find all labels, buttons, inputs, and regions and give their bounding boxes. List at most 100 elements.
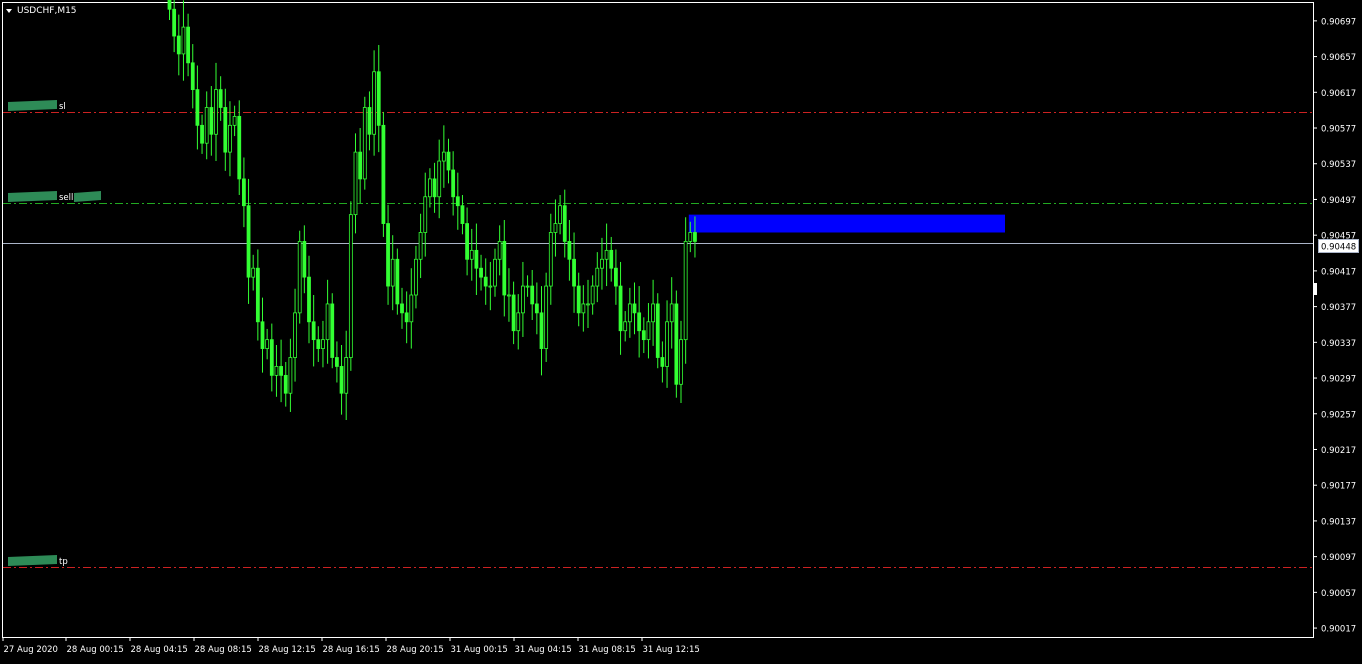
candle-body xyxy=(386,223,390,287)
candle-body xyxy=(339,366,344,394)
candle xyxy=(437,139,442,219)
candle-body xyxy=(627,303,632,323)
sl-tag[interactable]: sl xyxy=(8,100,66,112)
candle xyxy=(441,125,446,188)
x-tick-label: 27 Aug 2020 xyxy=(4,645,58,655)
candle-body xyxy=(553,223,558,233)
candle-body xyxy=(255,267,260,323)
candle-body xyxy=(195,89,200,126)
line-tags: sl sell tp xyxy=(8,100,101,567)
candle-body xyxy=(502,241,507,296)
candle xyxy=(632,282,637,335)
candle-body xyxy=(395,258,400,305)
candle-body xyxy=(167,0,172,10)
candle-body xyxy=(479,267,483,278)
candle-body xyxy=(693,232,697,242)
y-tick-label: 0.90697 xyxy=(1321,17,1356,27)
candle xyxy=(544,272,549,362)
candle-body xyxy=(609,249,614,269)
candle xyxy=(176,14,181,76)
candle xyxy=(288,338,293,412)
candle-body xyxy=(400,303,404,314)
candle xyxy=(497,225,502,276)
candle-body xyxy=(516,312,521,332)
candle xyxy=(451,151,456,216)
candle xyxy=(641,317,646,354)
candle xyxy=(507,268,511,322)
candle-body xyxy=(614,267,618,287)
zone-rectangle[interactable] xyxy=(688,214,1005,233)
candle-body xyxy=(544,285,549,349)
x-tick-label: 31 Aug 08:15 xyxy=(579,645,636,655)
candle-body xyxy=(302,241,307,278)
candle xyxy=(223,88,228,171)
candle xyxy=(404,291,409,344)
price-marker: 0.90448 xyxy=(1318,239,1359,253)
candle-body xyxy=(521,285,525,314)
candle xyxy=(251,254,256,291)
x-tick-label: 31 Aug 04:15 xyxy=(515,645,572,655)
candle-body xyxy=(590,285,595,305)
candle xyxy=(483,258,488,305)
candle-body xyxy=(646,321,651,341)
candle-body xyxy=(451,169,456,198)
candle xyxy=(627,287,632,338)
candle-body xyxy=(497,241,502,260)
y-tick-label: 0.90177 xyxy=(1321,482,1356,492)
chart-window[interactable]: 0.90697 0.90657 0.90617 0.90577 0.90537 0.904… xyxy=(0,0,1362,660)
candle-body xyxy=(176,35,181,55)
candle-body xyxy=(469,249,474,260)
candle xyxy=(307,255,311,344)
candle-body xyxy=(381,124,386,224)
candle-body xyxy=(409,294,414,323)
candle-body xyxy=(367,107,372,135)
tag-shape xyxy=(8,555,57,566)
candle xyxy=(167,0,172,20)
tp-tag[interactable]: tp xyxy=(8,555,68,567)
candle xyxy=(195,65,200,150)
chart-shift-handle[interactable] xyxy=(1314,283,1317,295)
candle-body xyxy=(465,223,470,260)
candle xyxy=(372,50,377,156)
candle xyxy=(265,328,270,360)
dropdown-triangle-icon[interactable] xyxy=(6,9,12,13)
candle-body xyxy=(637,312,642,332)
x-tick-label: 28 Aug 08:15 xyxy=(195,645,252,655)
candle-body xyxy=(414,258,418,296)
candle xyxy=(567,219,572,281)
y-tick-label: 0.90097 xyxy=(1321,553,1356,563)
sell-label: sell xyxy=(59,193,73,203)
candle xyxy=(255,249,260,341)
candle xyxy=(395,248,400,315)
candle-body xyxy=(511,294,516,332)
candle xyxy=(297,230,302,324)
candle xyxy=(530,269,535,320)
candle-body xyxy=(288,357,293,394)
candle xyxy=(637,286,642,358)
candle xyxy=(334,341,339,383)
candle xyxy=(172,0,177,53)
candle-body xyxy=(660,357,665,367)
candle xyxy=(381,111,386,237)
candle-body xyxy=(665,321,669,367)
sl-label: sl xyxy=(59,102,66,112)
y-tick-label: 0.90657 xyxy=(1321,53,1356,63)
x-tick-label: 28 Aug 16:15 xyxy=(323,645,380,655)
candle-body xyxy=(586,303,590,306)
tp-label: tp xyxy=(59,557,68,567)
y-tick-label: 0.90377 xyxy=(1321,303,1356,313)
candle-body xyxy=(683,241,688,341)
candle-body xyxy=(604,249,609,260)
x-tick-label: 31 Aug 12:15 xyxy=(643,645,700,655)
y-tick-label: 0.90417 xyxy=(1321,267,1356,277)
candle xyxy=(465,207,470,276)
candle-body xyxy=(269,339,274,376)
candle-body xyxy=(274,366,279,376)
price-chart[interactable]: 0.90697 0.90657 0.90617 0.90577 0.90537 0.904… xyxy=(0,0,1362,660)
symbol-header[interactable]: USDCHF,M15 xyxy=(6,6,77,16)
sell-tag[interactable]: sell xyxy=(8,191,101,203)
candle-body xyxy=(679,339,683,385)
candle xyxy=(390,235,395,311)
candle xyxy=(209,86,214,156)
candle xyxy=(190,44,195,109)
